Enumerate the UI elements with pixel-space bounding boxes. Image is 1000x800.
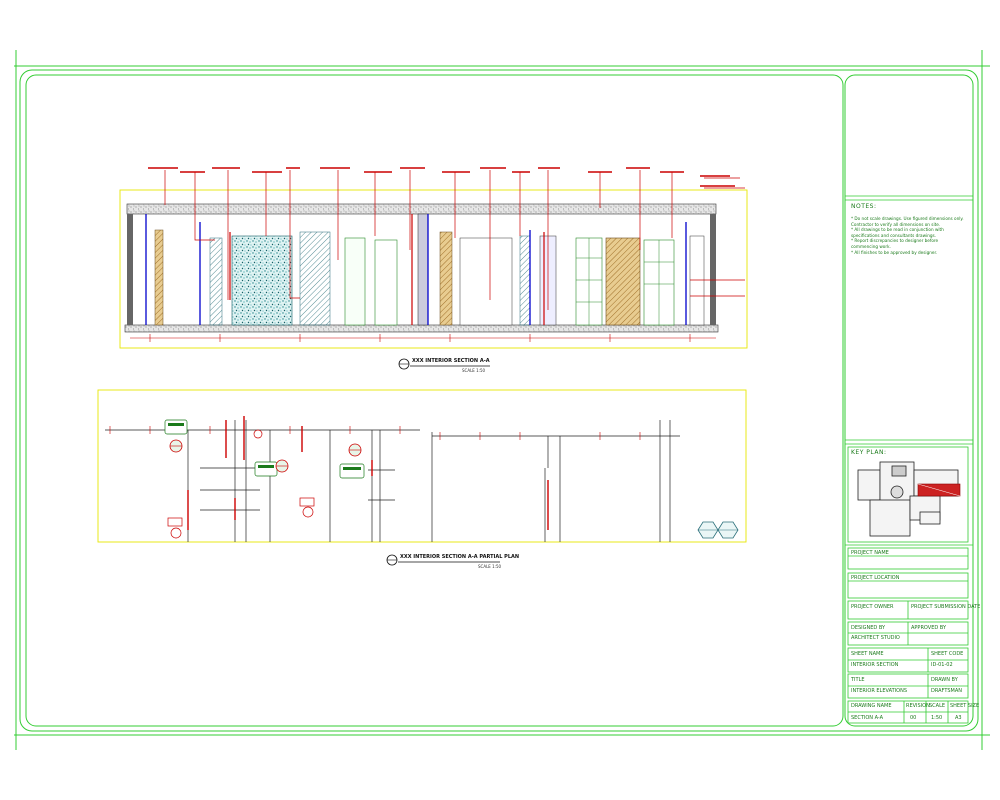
designed-by-label: DESIGNED BY [851,625,886,631]
sheet-frame [14,50,990,750]
sheet-code-value: ID-01-02 [931,662,953,668]
partial-plan [97,389,747,566]
title-label: TITLE [851,677,865,683]
drawing-sheet [14,50,990,750]
sheet-code-label: SHEET CODE [931,651,964,657]
key-plan [847,446,969,543]
key-plan-heading: KEY PLAN: [851,449,887,456]
notes-heading: NOTES: [851,203,877,210]
drawing-name-value: SECTION A-A [851,715,884,721]
drawn-by-value: DRAFTSMAN [931,688,963,694]
scale-label: SCALE [929,703,946,709]
notes-line: * All finishes to be approved by designe… [851,249,938,255]
section-elevation [119,167,748,370]
title-value: INTERIOR ELEVATIONS [851,688,907,694]
revision-value: 00 [910,715,917,721]
section-title: XXX INTERIOR SECTION A-A [412,358,490,364]
partial-plan-title: XXX INTERIOR SECTION A-A PARTIAL PLAN [400,554,520,560]
approved-by-label: APPROVED BY [911,625,947,631]
sheet-size-label: SHEET SIZE [950,703,980,709]
partial-plan-scale: SCALE 1:50 [478,564,502,569]
scale-value: 1:50 [931,715,943,721]
sheet-name-label: SHEET NAME [851,651,884,657]
notes-line: * Do not scale drawings. Use figured dim… [851,216,964,221]
project-location-label: PROJECT LOCATION [851,575,900,581]
title-block-lines [845,195,973,724]
drawing-name-label: DRAWING NAME [851,703,892,709]
submission-date-label: PROJECT SUBMISSION DATE [911,604,981,610]
project-name-label: PROJECT NAME [851,550,889,556]
designed-by-value: ARCHITECT STUDIO [851,635,900,641]
notes-body: * Do not scale drawings. Use figured dim… [851,216,969,255]
sheet-name-value: INTERIOR SECTION [851,662,899,668]
drawn-by-label: DRAWN BY [931,677,958,683]
sheet-size-value: A3 [955,715,962,721]
section-scale: SCALE 1:50 [462,368,486,373]
project-owner-label: PROJECT OWNER [851,604,894,610]
revision-label: REVISION [906,703,930,709]
